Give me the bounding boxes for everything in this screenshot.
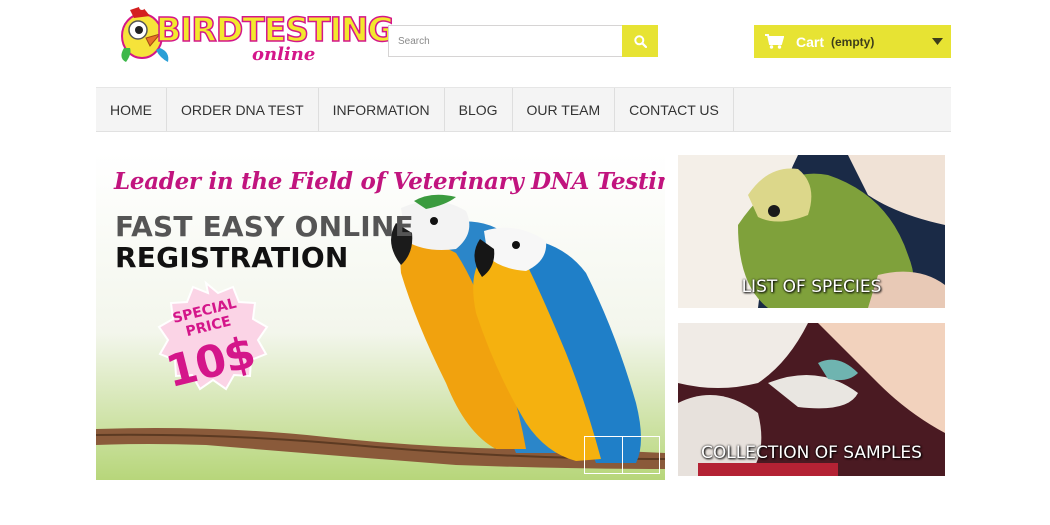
nav-item-information[interactable]: INFORMATION (319, 88, 445, 131)
cart-icon (765, 34, 784, 49)
main-navigation: HOME ORDER DNA TEST INFORMATION BLOG OUR… (96, 87, 951, 132)
tile-caption: LIST OF SPECIES (741, 277, 882, 297)
caret-down-icon (932, 38, 943, 45)
cart-label: Cart (796, 33, 825, 50)
hero-headline-line-2: REGISTRATION (115, 241, 349, 274)
cart-status: (empty) (831, 34, 875, 49)
search-form (388, 25, 658, 57)
hero-tagline: Leader in the Field of Veterinary DNA Te… (114, 168, 665, 195)
tile-caption: COLLECTION OF SAMPLES (701, 443, 922, 463)
nav-item-order-dna-test[interactable]: ORDER DNA TEST (167, 88, 319, 131)
nav-item-contact-us[interactable]: CONTACT US (615, 88, 734, 131)
thumbnail-divider (622, 437, 623, 473)
search-button[interactable] (622, 25, 658, 57)
hero-headline-line-1: FAST EASY ONLINE (115, 210, 414, 243)
nav-item-blog[interactable]: BLOG (445, 88, 513, 131)
search-input[interactable] (388, 25, 622, 57)
logo-subtitle: online (252, 44, 316, 65)
slider-thumbnails[interactable] (584, 436, 660, 474)
site-logo[interactable]: BIRDTESTING online (116, 4, 395, 68)
search-icon (633, 34, 647, 48)
nav-item-home[interactable]: HOME (96, 88, 167, 131)
tile-collection-of-samples[interactable]: COLLECTION OF SAMPLES (678, 323, 945, 476)
nav-item-our-team[interactable]: OUR TEAM (513, 88, 616, 131)
hero-banner[interactable]: Leader in the Field of Veterinary DNA Te… (96, 153, 665, 480)
cart-button[interactable]: Cart (empty) (754, 25, 951, 58)
tile-list-of-species[interactable]: LIST OF SPECIES (678, 155, 945, 308)
